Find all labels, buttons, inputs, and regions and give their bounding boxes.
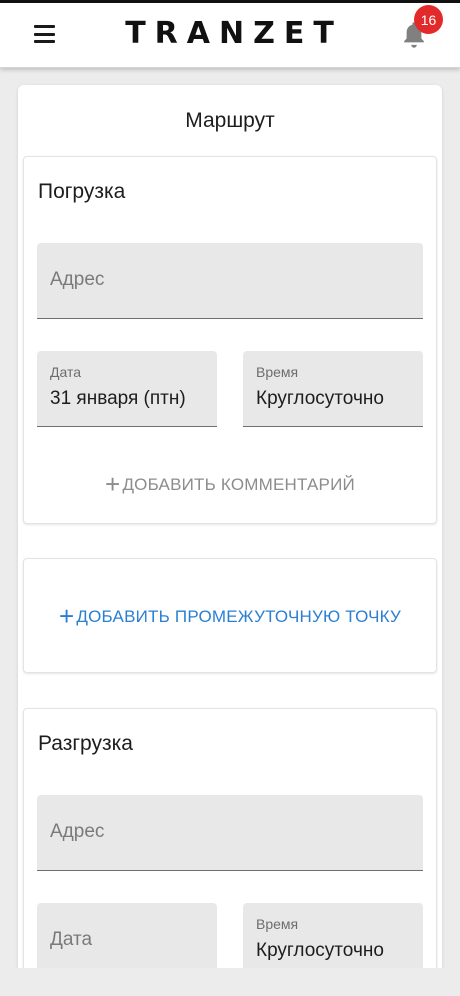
loading-time-label: Время — [256, 364, 299, 380]
add-waypoint-label: Добавить промежуточную точку — [76, 607, 401, 626]
add-waypoint-button[interactable]: + Добавить промежуточную точку — [24, 601, 436, 632]
bottom-edge — [0, 968, 460, 996]
top-app-bar: TRANZET 16 — [0, 0, 460, 68]
add-waypoint-card: + Добавить промежуточную точку — [23, 558, 437, 673]
unloading-time-value: Круглосуточно — [256, 940, 384, 961]
add-comment-button[interactable]: + Добавить комментарий — [24, 469, 436, 500]
route-title: Маршрут — [185, 109, 275, 132]
plus-icon: + — [59, 601, 75, 631]
plus-icon: + — [105, 469, 121, 499]
unloading-address-field[interactable]: Адрес — [37, 795, 423, 871]
loading-card: Погрузка Адрес Дата 31 января (птн) Врем… — [23, 156, 437, 524]
add-comment-label: Добавить комментарий — [122, 475, 355, 494]
app-logo: TRANZET — [125, 16, 343, 51]
loading-date-field[interactable]: Дата 31 января (птн) — [37, 351, 217, 427]
unloading-title: Разгрузка — [38, 732, 133, 755]
unloading-time-label: Время — [256, 916, 299, 932]
loading-date-label: Дата — [50, 364, 82, 380]
loading-address-field[interactable]: Адрес — [37, 243, 423, 319]
loading-time-value: Круглосуточно — [256, 388, 384, 409]
unloading-address-placeholder: Адрес — [50, 821, 105, 842]
notification-count-badge: 16 — [414, 5, 443, 34]
unloading-date-placeholder: Дата — [50, 929, 93, 950]
loading-title: Погрузка — [38, 180, 126, 203]
loading-address-placeholder: Адрес — [50, 269, 105, 290]
loading-time-field[interactable]: Время Круглосуточно — [243, 351, 423, 427]
unloading-card: Разгрузка Адрес Дата Время Круглосуточно — [23, 708, 437, 996]
route-panel: Маршрут Погрузка Адрес Дата 31 января (п… — [18, 85, 442, 996]
loading-date-value: 31 января (птн) — [50, 388, 186, 409]
